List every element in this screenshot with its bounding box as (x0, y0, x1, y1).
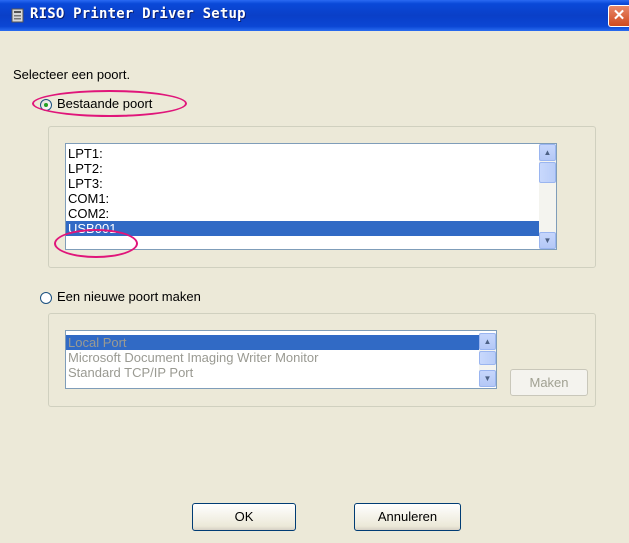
list-item[interactable]: USB001 (66, 221, 556, 236)
list-item[interactable]: LPT2: (66, 161, 556, 176)
setup-dialog: RISO Printer Driver Setup ✕ Selecteer ee… (0, 0, 629, 543)
new-port-label[interactable]: Een nieuwe poort maken (57, 289, 201, 304)
scroll-up-icon[interactable]: ▲ (479, 333, 496, 350)
close-icon: ✕ (612, 7, 626, 24)
list-item[interactable]: COM1: (66, 191, 556, 206)
list-item[interactable]: LPT1: (66, 146, 556, 161)
close-button[interactable]: ✕ (608, 5, 629, 27)
make-port-button[interactable]: Maken (510, 369, 588, 396)
new-port-type-rows: Local Port Microsoft Document Imaging Wri… (66, 331, 496, 380)
instruction-text: Selecteer een poort. (13, 67, 131, 82)
list-item[interactable]: Microsoft Document Imaging Writer Monito… (66, 350, 496, 365)
new-port-radio[interactable] (40, 292, 52, 304)
highlight-circle-usb001 (54, 229, 138, 258)
list-item[interactable]: Standard TCP/IP Port (66, 365, 496, 380)
list-item[interactable]: Local Port (66, 335, 496, 350)
existing-port-listbox[interactable]: LPT1: LPT2: LPT3: COM1: COM2: USB001 ▲ ▼ (65, 143, 557, 250)
new-port-type-listbox[interactable]: Local Port Microsoft Document Imaging Wri… (65, 330, 497, 389)
list-item[interactable]: LPT3: (66, 176, 556, 191)
cancel-button[interactable]: Annuleren (354, 503, 461, 531)
scroll-thumb[interactable] (539, 162, 556, 183)
scroll-down-icon[interactable]: ▼ (479, 370, 496, 387)
existing-port-rows: LPT1: LPT2: LPT3: COM1: COM2: USB001 (66, 144, 556, 236)
scroll-thumb[interactable] (479, 351, 496, 365)
ok-button[interactable]: OK (192, 503, 296, 531)
scroll-down-icon[interactable]: ▼ (539, 232, 556, 249)
title-bar[interactable]: RISO Printer Driver Setup ✕ (0, 0, 629, 31)
new-port-scrollbar[interactable]: ▲ ▼ (479, 333, 496, 387)
printer-app-icon (11, 8, 24, 23)
window-title: RISO Printer Driver Setup (30, 6, 246, 22)
existing-port-scrollbar[interactable]: ▲ ▼ (539, 144, 556, 249)
highlight-circle-existing-port (32, 90, 187, 117)
scroll-up-icon[interactable]: ▲ (539, 144, 556, 161)
list-item[interactable]: COM2: (66, 206, 556, 221)
